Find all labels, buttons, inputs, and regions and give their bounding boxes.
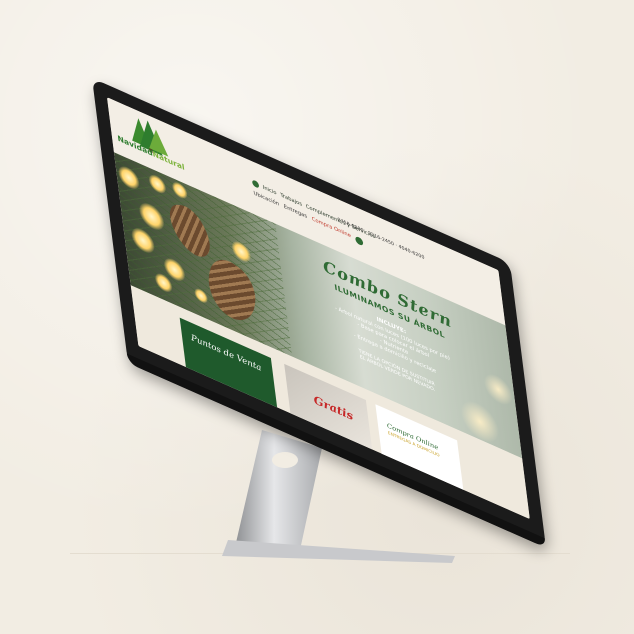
cart-icon[interactable] <box>355 235 364 247</box>
nav-link-inicio[interactable]: Inicio <box>262 184 277 196</box>
card-title: Gratis <box>312 392 354 424</box>
card-title: Puntos de Venta <box>190 333 263 374</box>
monitor-display: NavidadNatural Inicio Trabajos Complemen… <box>92 78 547 548</box>
website-screen: NavidadNatural Inicio Trabajos Complemen… <box>106 97 530 520</box>
facebook-icon[interactable] <box>251 179 260 189</box>
